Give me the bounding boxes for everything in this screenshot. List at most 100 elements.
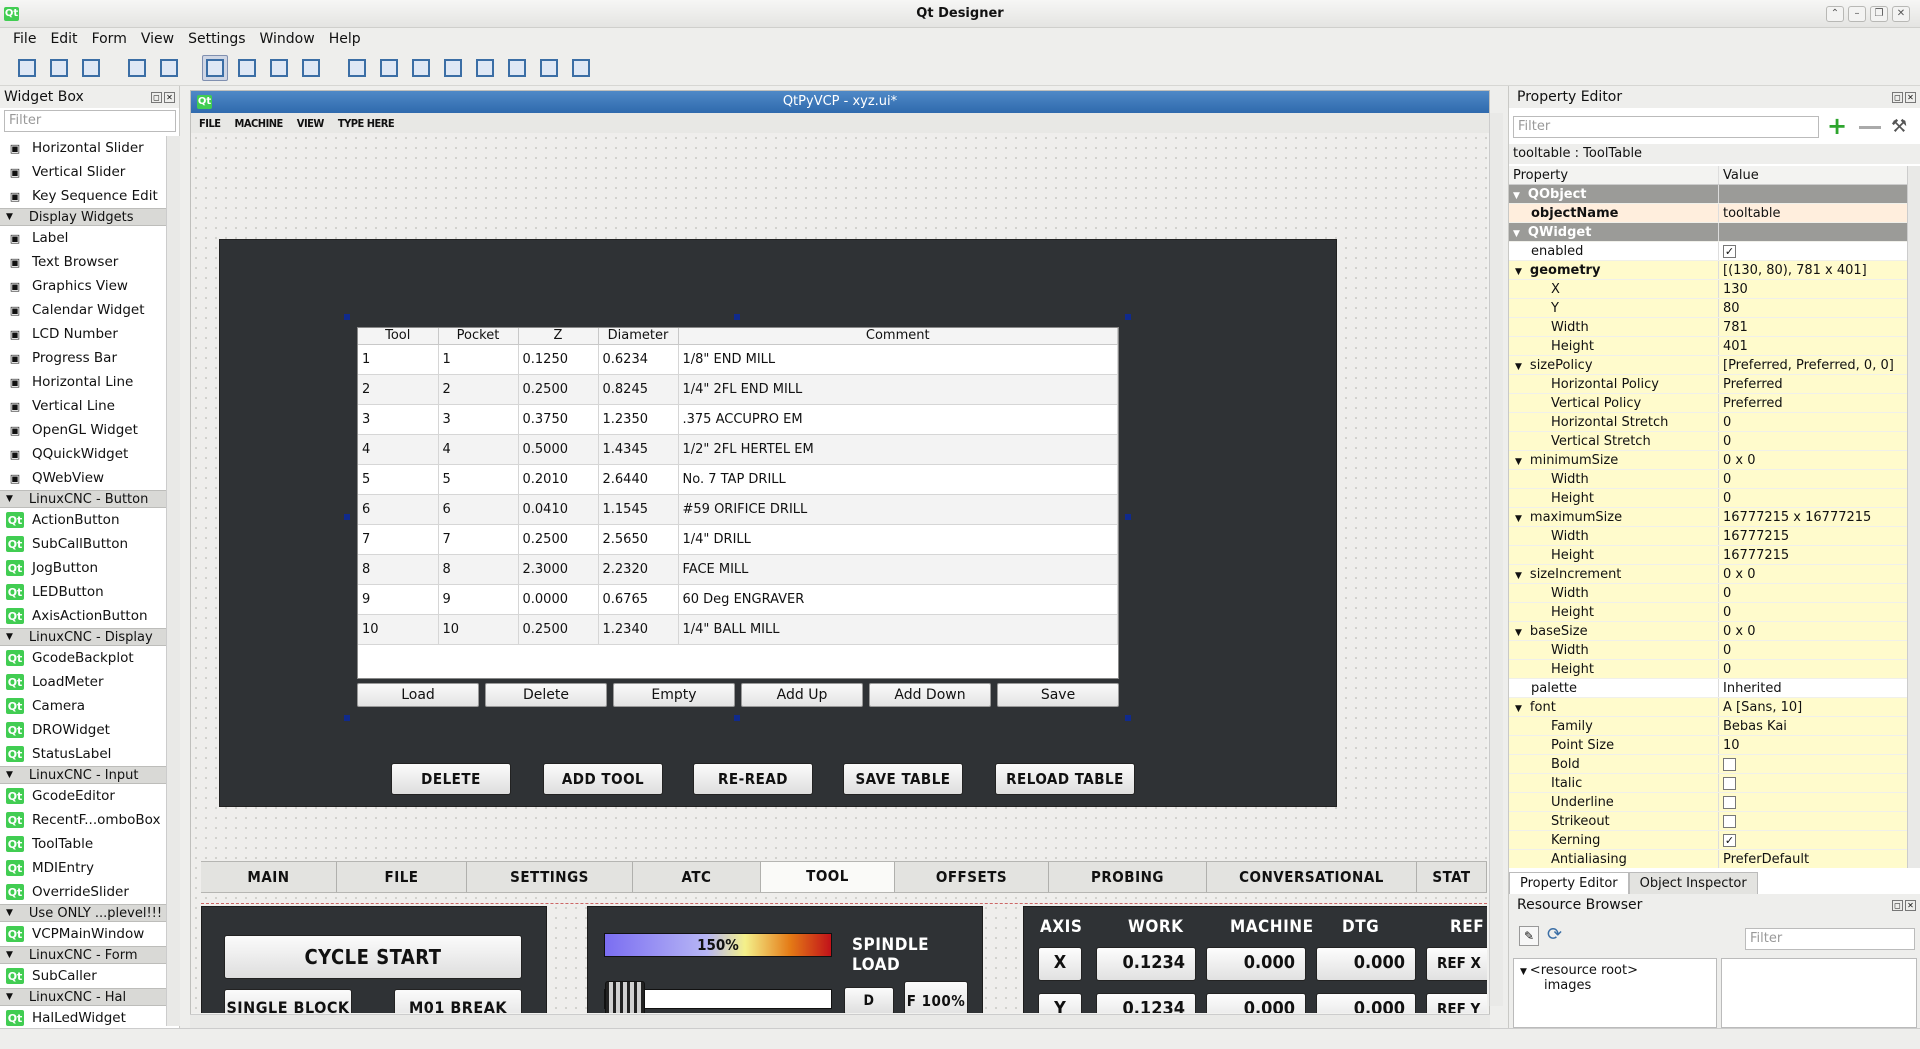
selection-handle[interactable] — [344, 514, 350, 520]
table-cell[interactable]: 0.2010 — [518, 464, 599, 495]
property-row[interactable]: Height 16777215 — [1509, 546, 1907, 565]
widget-item[interactable]: ▣ LCD Number — [0, 322, 166, 346]
bring-to-front-icon[interactable] — [156, 55, 182, 81]
property-row[interactable]: Family Bebas Kai — [1509, 717, 1907, 736]
table-cell[interactable]: 1 — [358, 344, 439, 375]
table-cell[interactable]: 2.5650 — [598, 524, 679, 555]
layout-h-splitter-icon[interactable] — [408, 55, 434, 81]
property-value[interactable] — [1719, 812, 1907, 830]
property-row[interactable]: Vertical Policy Preferred — [1509, 394, 1907, 413]
widget-item[interactable]: ▣ Graphics View — [0, 274, 166, 298]
property-value[interactable]: 130 — [1719, 280, 1907, 298]
property-value[interactable]: [Preferred, Preferred, 0, 0] — [1719, 356, 1907, 374]
table-cell[interactable]: 4 — [438, 434, 519, 465]
widget-item[interactable]: ▣ Horizontal Line — [0, 370, 166, 394]
edit-buddies-icon[interactable] — [266, 55, 292, 81]
configure-icon[interactable]: ⚒ — [1891, 116, 1907, 137]
widget-box-scrollbar[interactable] — [166, 136, 180, 1026]
table-cell[interactable]: 1/2" 2FL HERTEL EM — [678, 434, 1118, 465]
property-value[interactable] — [1719, 755, 1907, 773]
layout-horizontal-icon[interactable] — [344, 55, 370, 81]
m01-break-button[interactable]: M01 BREAK — [394, 989, 522, 1013]
save-button[interactable]: Save — [997, 683, 1119, 707]
widget-item[interactable]: Qt OverrideSlider — [0, 880, 166, 904]
property-value[interactable]: 0 — [1719, 432, 1907, 450]
table-cell[interactable]: 1/8" END MILL — [678, 344, 1118, 375]
open-form-icon[interactable] — [46, 55, 72, 81]
widget-item[interactable]: ▣ Text Browser — [0, 250, 166, 274]
close-icon[interactable]: ✕ — [1905, 899, 1916, 911]
property-row[interactable]: Italic — [1509, 774, 1907, 793]
property-row[interactable]: Height 401 — [1509, 337, 1907, 356]
widget-item[interactable]: ▣ QQuickWidget — [0, 442, 166, 466]
property-value[interactable]: 16777215 — [1719, 546, 1907, 564]
table-cell[interactable]: 0.0410 — [518, 494, 599, 525]
form-menu-machine[interactable]: MACHINE — [235, 117, 284, 130]
table-cell[interactable]: 3 — [438, 404, 519, 435]
remove-property-icon[interactable] — [1859, 126, 1881, 129]
table-cell[interactable]: 0.6234 — [598, 344, 679, 375]
property-row[interactable]: Width 0 — [1509, 584, 1907, 603]
widget-item[interactable]: Qt LEDButton — [0, 580, 166, 604]
tab-offsets[interactable]: OFFSETS — [895, 862, 1049, 892]
form-vertical-scrollbar[interactable] — [1489, 113, 1503, 1006]
table-cell[interactable]: 1/4" 2FL END MILL — [678, 374, 1118, 405]
property-row[interactable]: ▼ sizePolicy [Preferred, Preferred, 0, 0] — [1509, 356, 1907, 375]
table-cell[interactable]: No. 7 TAP DRILL — [678, 464, 1118, 495]
widget-category[interactable]: ▼ LinuxCNC - Display — [0, 628, 166, 646]
close-icon[interactable]: ✕ — [1905, 91, 1916, 103]
property-value[interactable] — [1719, 774, 1907, 792]
property-category[interactable]: ▼ QObject — [1509, 185, 1907, 204]
feed-override-button[interactable]: F 100% — [904, 981, 968, 1013]
resource-root-item[interactable]: ▼ <resource root> — [1520, 963, 1710, 978]
property-value[interactable]: Inherited — [1719, 679, 1907, 697]
widget-item[interactable]: ▣ QWebView — [0, 466, 166, 490]
property-row[interactable]: Width 0 — [1509, 641, 1907, 660]
expand-arrow-icon[interactable]: ▼ — [1515, 362, 1522, 372]
widget-item[interactable]: ▣ Label — [0, 226, 166, 250]
tab-atc[interactable]: ATC — [633, 862, 761, 892]
table-cell[interactable]: 0.2500 — [518, 524, 599, 555]
resource-images-item[interactable]: images — [1520, 978, 1710, 993]
property-row[interactable]: ▼ sizeIncrement 0 x 0 — [1509, 565, 1907, 584]
table-cell[interactable]: 0.2500 — [518, 374, 599, 405]
edit-resources-icon[interactable]: ✎ — [1519, 926, 1539, 946]
widget-item[interactable]: Qt LoadMeter — [0, 670, 166, 694]
property-value[interactable]: 0 — [1719, 641, 1907, 659]
property-row[interactable]: Horizontal Stretch 0 — [1509, 413, 1907, 432]
widget-item[interactable]: Qt JogButton — [0, 556, 166, 580]
property-value[interactable]: ✓ — [1719, 242, 1907, 260]
property-row[interactable]: enabled ✓ — [1509, 242, 1907, 261]
property-value[interactable]: 0 x 0 — [1719, 565, 1907, 583]
property-value[interactable]: 80 — [1719, 299, 1907, 317]
table-cell[interactable]: #59 ORIFICE DRILL — [678, 494, 1118, 525]
table-cell[interactable]: 5 — [358, 464, 439, 495]
property-row[interactable]: Height 0 — [1509, 660, 1907, 679]
menu-window[interactable]: Window — [253, 31, 322, 47]
property-row[interactable]: Vertical Stretch 0 — [1509, 432, 1907, 451]
table-cell[interactable]: 1.4345 — [598, 434, 679, 465]
unchecked-checkbox[interactable] — [1723, 796, 1736, 809]
widget-item[interactable]: ▣ Vertical Line — [0, 394, 166, 418]
column-header-diameter[interactable]: Diameter — [598, 328, 679, 345]
spindle-override-button[interactable]: D OVERR — [844, 987, 894, 1013]
table-cell[interactable]: 6 — [358, 494, 439, 525]
property-row[interactable]: Y 80 — [1509, 299, 1907, 318]
tool-table[interactable]: Tool Pocket Z Diameter Comment 1 1 0.1250 0.623… — [357, 327, 1119, 679]
tab-settings[interactable]: SETTINGS — [467, 862, 633, 892]
tab-main[interactable]: MAIN — [201, 862, 337, 892]
tab-property-editor[interactable]: Property Editor — [1509, 872, 1629, 894]
widget-category[interactable]: ▼ LinuxCNC - Form — [0, 946, 166, 964]
table-cell[interactable]: 10 — [438, 614, 519, 645]
table-cell[interactable]: 7 — [358, 524, 439, 555]
widget-item[interactable]: Qt GcodeEditor — [0, 784, 166, 808]
form-menu-file[interactable]: FILE — [199, 117, 221, 130]
property-row[interactable]: palette Inherited — [1509, 679, 1907, 698]
table-cell[interactable]: 1.2340 — [598, 614, 679, 645]
property-value[interactable]: 0 — [1719, 660, 1907, 678]
layout-v-splitter-icon[interactable] — [440, 55, 466, 81]
widget-item[interactable]: ▣ Progress Bar — [0, 346, 166, 370]
table-cell[interactable]: 2.3000 — [518, 554, 599, 585]
table-cell[interactable]: 3 — [358, 404, 439, 435]
property-value[interactable]: 16777215 — [1719, 527, 1907, 545]
